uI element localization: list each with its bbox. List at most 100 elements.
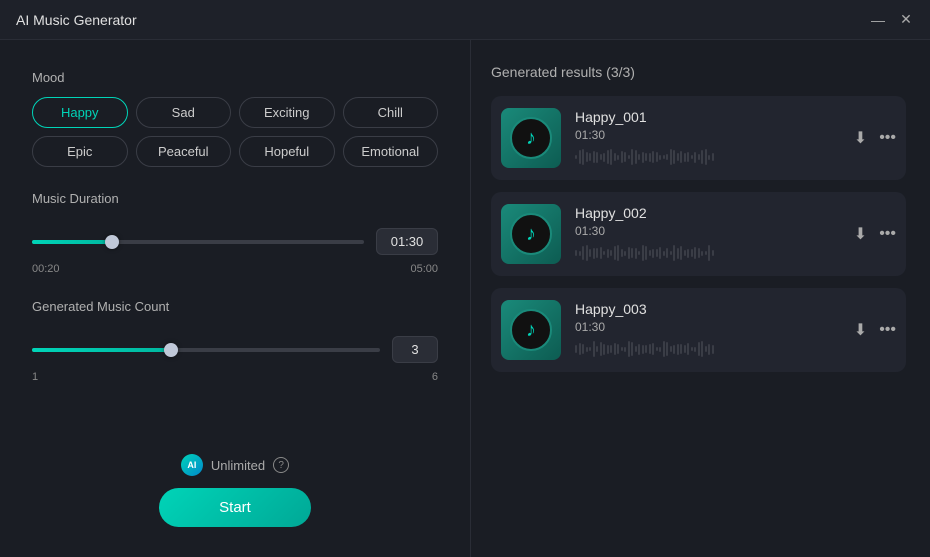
- music-item-3: ♪ Happy_003 01:30: [491, 288, 906, 372]
- wave-bar: [701, 150, 703, 164]
- mood-label: Mood: [32, 70, 438, 85]
- wave-bar: [596, 152, 598, 163]
- count-track: [32, 348, 380, 352]
- mood-btn-emotional[interactable]: Emotional: [343, 136, 439, 167]
- wave-bar: [694, 247, 696, 259]
- music-duration-1: 01:30: [575, 128, 840, 142]
- wave-bar: [596, 248, 598, 258]
- ai-badge-label: AI: [187, 460, 196, 470]
- wave-bar: [680, 344, 682, 354]
- info-icon[interactable]: ?: [273, 457, 289, 473]
- count-thumb[interactable]: [164, 343, 178, 357]
- music-info-3: Happy_003 01:30: [575, 301, 840, 359]
- download-button-1[interactable]: ⬇: [854, 128, 867, 148]
- count-slider-row: 3: [32, 336, 438, 363]
- mood-btn-exciting[interactable]: Exciting: [239, 97, 335, 128]
- more-button-3[interactable]: •••: [879, 321, 896, 339]
- wave-bar: [698, 248, 700, 258]
- duration-slider-row: 01:30: [32, 228, 438, 255]
- wave-bar: [705, 346, 707, 352]
- wave-bar: [705, 149, 707, 165]
- duration-labels: 00:20 05:00: [32, 263, 438, 275]
- wave-bar: [687, 343, 689, 355]
- wave-bar: [582, 149, 584, 165]
- start-button[interactable]: Start: [159, 488, 311, 527]
- music-title-3: Happy_003: [575, 301, 840, 317]
- wave-bar: [621, 249, 623, 257]
- wave-bar: [663, 155, 665, 159]
- window-controls: — ✕: [870, 12, 914, 28]
- bottom-controls: AI Unlimited ? Start: [32, 454, 438, 527]
- count-track-container[interactable]: [32, 348, 380, 352]
- wave-bar: [677, 344, 679, 355]
- download-button-2[interactable]: ⬇: [854, 224, 867, 244]
- wave-bar: [614, 343, 616, 355]
- wave-bar: [607, 249, 609, 258]
- close-button[interactable]: ✕: [898, 12, 914, 28]
- wave-bar: [708, 155, 710, 160]
- duration-value: 01:30: [376, 228, 438, 255]
- wave-bar: [589, 249, 591, 257]
- wave-bar: [603, 344, 605, 355]
- wave-bar: [642, 345, 644, 354]
- wave-bar: [659, 347, 661, 352]
- mood-btn-epic[interactable]: Epic: [32, 136, 128, 167]
- mood-btn-chill[interactable]: Chill: [343, 97, 439, 128]
- wave-bar: [575, 155, 577, 159]
- mood-btn-happy[interactable]: Happy: [32, 97, 128, 128]
- app-title: AI Music Generator: [16, 12, 137, 28]
- wave-bar: [652, 249, 654, 258]
- minimize-button[interactable]: —: [870, 12, 886, 28]
- wave-bar: [621, 347, 623, 351]
- wave-bar: [607, 150, 609, 164]
- wave-bar: [656, 347, 658, 351]
- download-button-3[interactable]: ⬇: [854, 320, 867, 340]
- wave-bar: [670, 251, 672, 255]
- mood-btn-hopeful[interactable]: Hopeful: [239, 136, 335, 167]
- wave-bar: [603, 153, 605, 162]
- wave-bar: [624, 347, 626, 352]
- wave-bar: [666, 248, 668, 258]
- duration-track-container[interactable]: [32, 240, 364, 244]
- wave-bar: [677, 248, 679, 259]
- mood-btn-sad[interactable]: Sad: [136, 97, 232, 128]
- wave-bar: [684, 153, 686, 162]
- wave-bar: [617, 155, 619, 160]
- wave-bar: [691, 155, 693, 159]
- mood-btn-peaceful[interactable]: Peaceful: [136, 136, 232, 167]
- wave-bar: [621, 151, 623, 163]
- wave-bar: [593, 341, 595, 357]
- note-icon-3: ♪: [526, 319, 536, 342]
- wave-bar: [575, 345, 577, 353]
- wave-bar: [684, 250, 686, 256]
- wave-bar: [600, 247, 602, 259]
- wave-bar: [631, 342, 633, 356]
- wave-bar: [645, 345, 647, 353]
- wave-bar: [652, 343, 654, 355]
- wave-bar: [582, 344, 584, 354]
- wave-bar: [677, 153, 679, 161]
- wave-bar: [635, 346, 637, 352]
- music-item-2: ♪ Happy_002 01:30: [491, 192, 906, 276]
- more-button-2[interactable]: •••: [879, 225, 896, 243]
- waveform-1: [575, 147, 840, 167]
- music-info-1: Happy_001 01:30: [575, 109, 840, 167]
- wave-bar: [603, 251, 605, 255]
- duration-label: Music Duration: [32, 191, 438, 206]
- wave-bar: [680, 246, 682, 260]
- duration-thumb[interactable]: [105, 235, 119, 249]
- duration-max: 05:00: [410, 263, 438, 275]
- wave-bar: [628, 247, 630, 259]
- unlimited-row: AI Unlimited ?: [181, 454, 289, 476]
- music-thumb-2: ♪: [501, 204, 561, 264]
- count-label: Generated Music Count: [32, 299, 438, 314]
- wave-bar: [593, 248, 595, 259]
- waveform-2: [575, 243, 840, 263]
- more-button-1[interactable]: •••: [879, 129, 896, 147]
- wave-bar: [579, 343, 581, 355]
- wave-bar: [701, 251, 703, 256]
- count-max: 6: [432, 371, 438, 383]
- wave-bar: [579, 150, 581, 164]
- ai-badge: AI: [181, 454, 203, 476]
- duration-min: 00:20: [32, 263, 60, 275]
